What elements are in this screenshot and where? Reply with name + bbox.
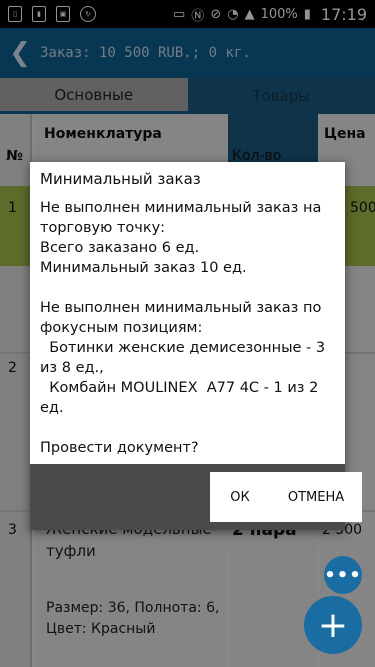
ok-button[interactable]: ОК [210, 472, 270, 522]
cancel-button[interactable]: ОТМЕНА [270, 472, 362, 522]
add-item-button[interactable]: + [304, 596, 362, 654]
dialog-title: Минимальный заказ [40, 170, 201, 188]
more-options-button[interactable]: ••• [324, 556, 362, 594]
min-order-dialog: Минимальный заказ Не выполнен минимальны… [30, 162, 362, 530]
screen: ▯ ▮ ▣ ↻ ▭ Ⓝ ⊘ ◔ ▲ 100% ▮ 17:19 ❮ Заказ: … [0, 0, 375, 667]
dialog-message: Не выполнен минимальный заказ на торгову… [40, 200, 326, 456]
